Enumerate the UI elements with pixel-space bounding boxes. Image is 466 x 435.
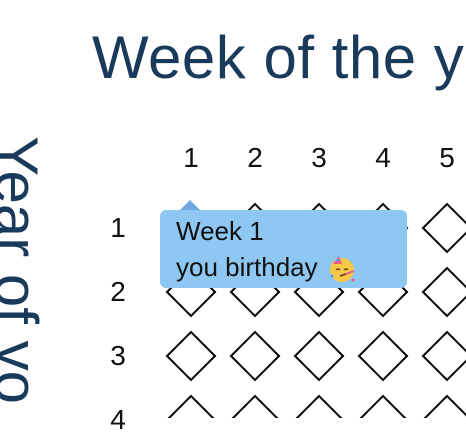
week-grid <box>165 202 466 418</box>
week-cell-r3-c1[interactable] <box>165 330 217 382</box>
week-cell-r3-c2[interactable] <box>229 330 281 382</box>
party-face-icon <box>329 256 355 283</box>
week-tooltip: Week 1 you birthday <box>160 210 407 288</box>
week-cell-r1-c5[interactable] <box>421 202 466 254</box>
week-cell-r4-c1[interactable] <box>167 394 215 418</box>
tooltip-arrow <box>180 200 200 210</box>
week-cell-r4-c5[interactable] <box>423 394 466 418</box>
tooltip-event-line: you birthday <box>176 249 391 285</box>
week-cell-r4-c4[interactable] <box>359 394 407 418</box>
week-cell-r4-c2[interactable] <box>231 394 279 418</box>
tooltip-event-text: you birthday <box>176 252 318 282</box>
week-cell-r3-c4[interactable] <box>357 330 409 382</box>
week-cell-r4-c3[interactable] <box>295 394 343 418</box>
week-cell-r2-c5[interactable] <box>421 266 466 318</box>
tooltip-week-text: Week 1 <box>176 216 264 246</box>
week-cell-r3-c3[interactable] <box>293 330 345 382</box>
week-cell-r3-c5[interactable] <box>421 330 466 382</box>
